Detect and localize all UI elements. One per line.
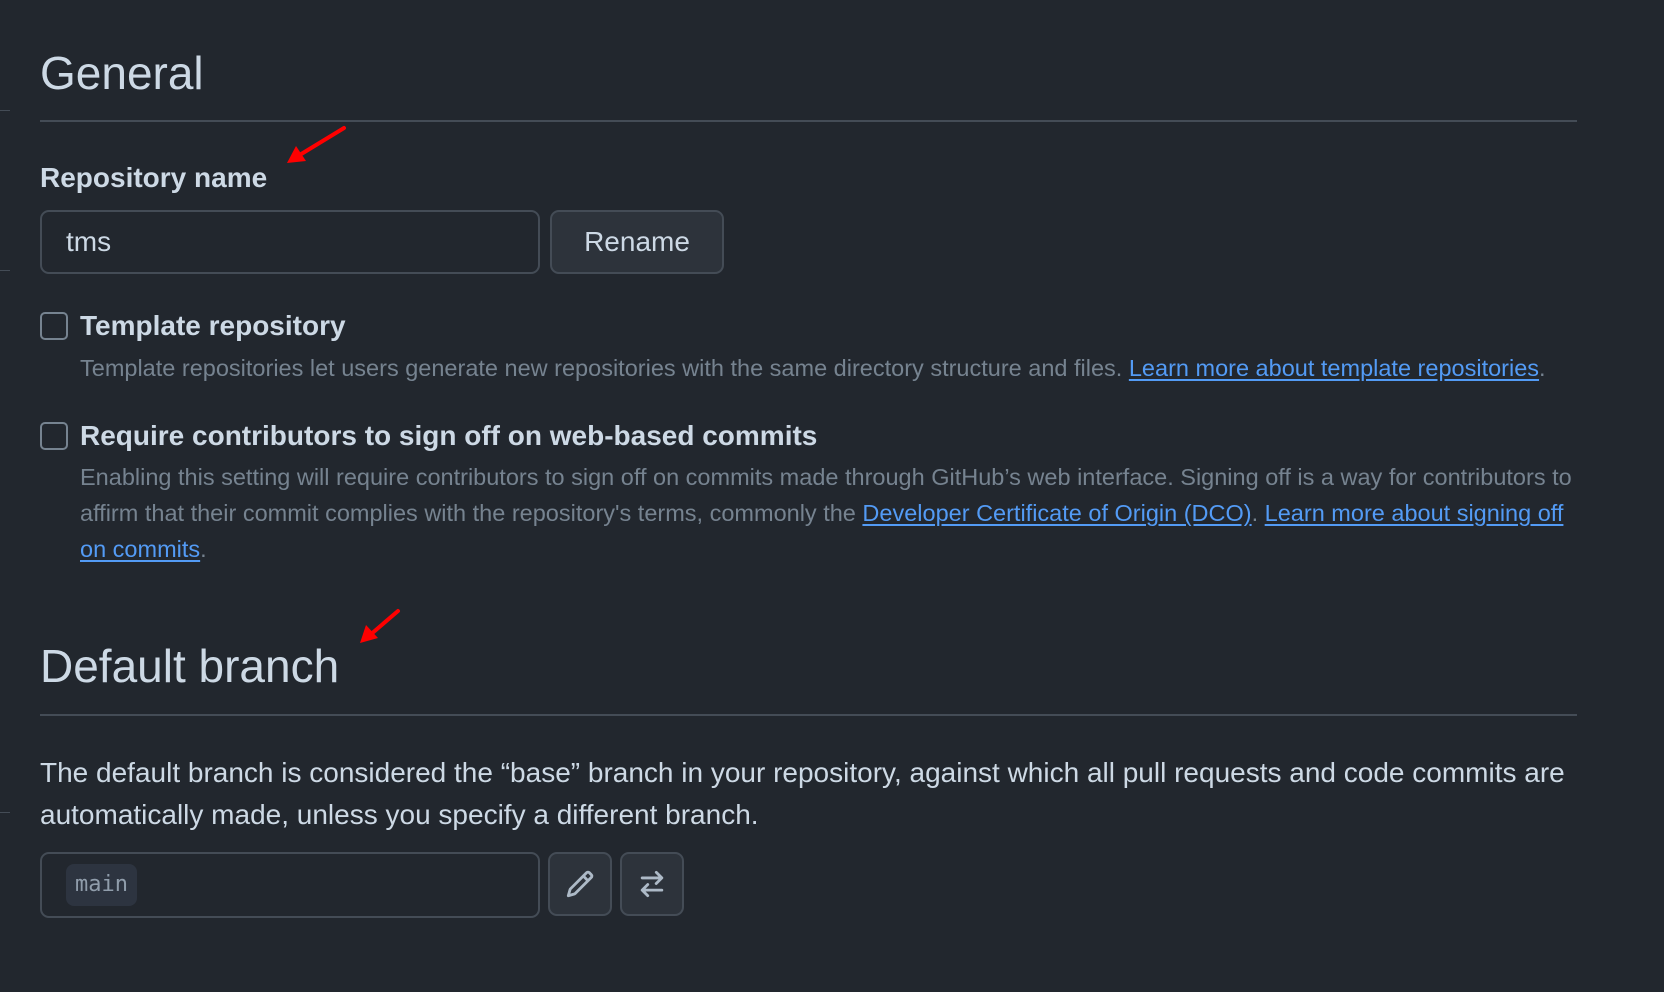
- annotation-arrow-repo-name: [287, 126, 346, 163]
- default-branch-divider: [40, 714, 1577, 716]
- signoff-trailing-period: .: [200, 536, 207, 562]
- general-divider: [40, 120, 1577, 122]
- annotation-arrow-default-branch: [360, 609, 400, 643]
- switch-default-branch-button[interactable]: [620, 852, 684, 916]
- template-repository-title: Template repository: [80, 310, 346, 341]
- signoff-title: Require contributors to sign off on web-…: [80, 420, 818, 451]
- general-section-title: General: [40, 47, 204, 99]
- signoff-checkbox[interactable]: [40, 422, 68, 450]
- repository-name-input[interactable]: [40, 210, 540, 274]
- learn-more-template-link[interactable]: Learn more about template repositories: [1129, 355, 1539, 381]
- default-branch-section-title: Default branch: [40, 640, 340, 692]
- repository-name-label: Repository name: [40, 162, 268, 193]
- template-repository-checkbox[interactable]: [40, 312, 68, 340]
- edit-default-branch-button[interactable]: [548, 852, 612, 916]
- pencil-icon: [565, 869, 595, 899]
- arrow-switch-icon: [637, 869, 667, 899]
- settings-page: General Repository name Rename Template …: [0, 0, 1664, 992]
- dco-link[interactable]: Developer Certificate of Origin (DCO): [862, 500, 1251, 526]
- rename-button[interactable]: Rename: [550, 210, 724, 274]
- default-branch-description: The default branch is considered the “ba…: [40, 757, 1565, 830]
- default-branch-field: main: [40, 852, 540, 918]
- template-repository-description: Template repositories let users generate…: [80, 350, 1580, 386]
- template-repository-text: Template repositories let users generate…: [80, 355, 1123, 381]
- signoff-description: Enabling this setting will require contr…: [80, 459, 1580, 567]
- default-branch-name: main: [66, 864, 137, 906]
- signoff-mid-period: .: [1251, 500, 1259, 526]
- template-trailing-period: .: [1539, 355, 1546, 381]
